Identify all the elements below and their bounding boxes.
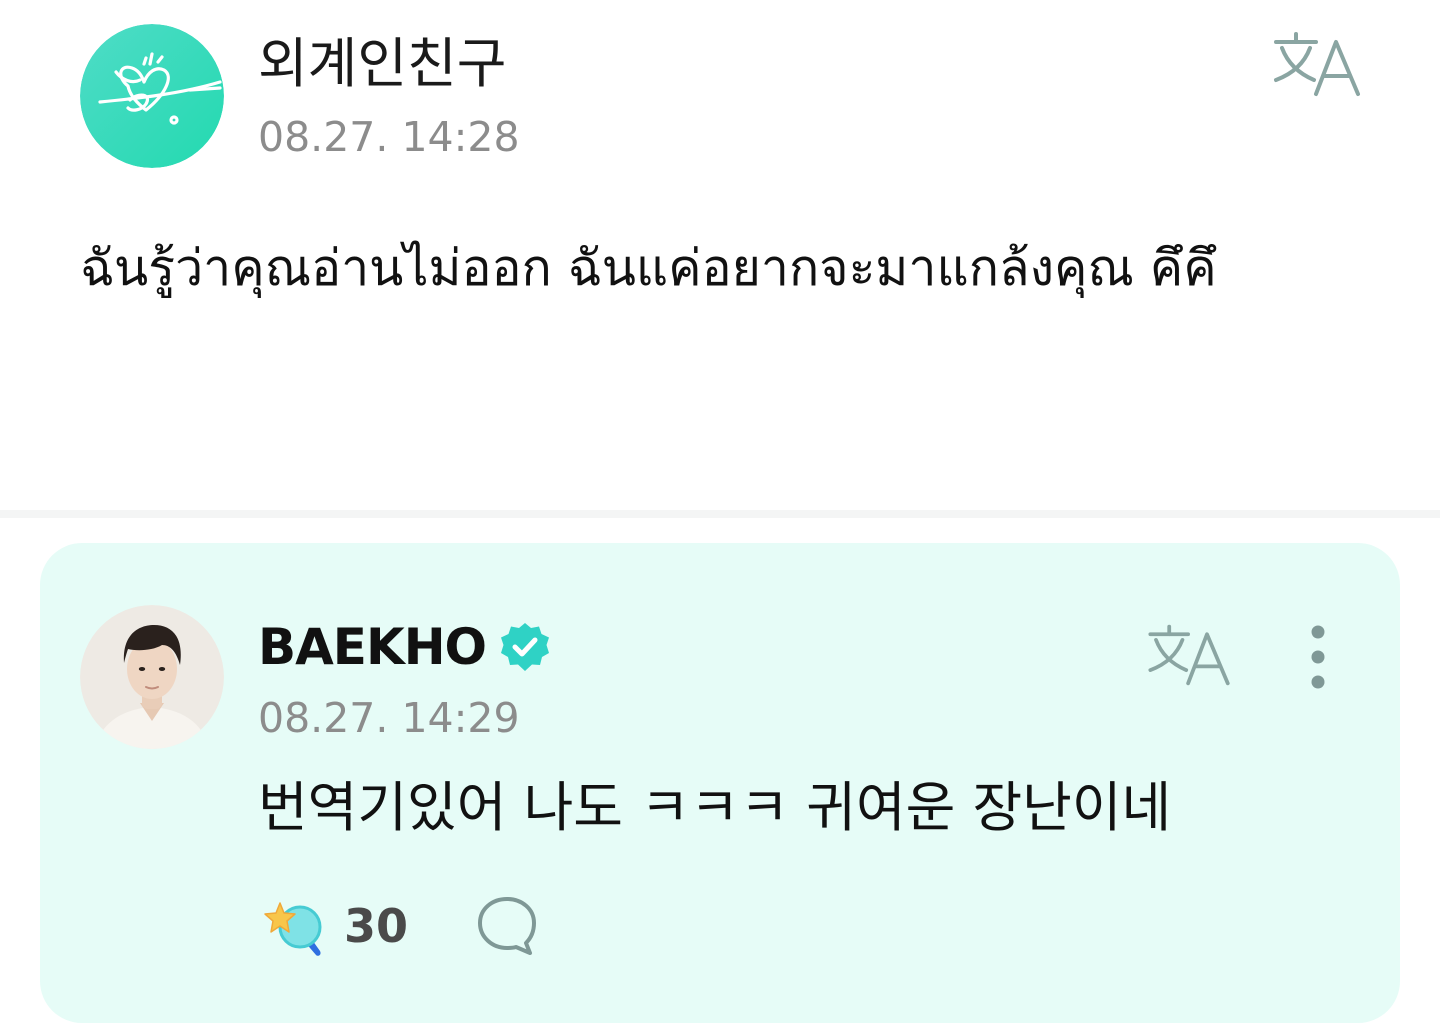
comment-timestamp: 08.27. 14:29 (258, 694, 520, 742)
translate-icon (1274, 32, 1360, 96)
star-light-stick-icon (264, 902, 322, 956)
post-timestamp: 08.27. 14:28 (258, 113, 520, 161)
comment-translate-button[interactable] (1144, 621, 1236, 689)
speech-bubble-icon (478, 897, 537, 955)
verified-badge-icon (501, 623, 550, 671)
heart-sketch-logo-icon (80, 24, 224, 168)
post-detail-screen: 외계인친구 08.27. 14:28 ฉันรู้ว่าคุณอ่านไม่ออ… (0, 0, 1440, 1035)
comment-author-row: BAEKHO (258, 615, 552, 679)
post-body-text: ฉันรู้ว่าคุณอ่านไม่ออก ฉันแค่อยากจะมาแกล… (80, 239, 1217, 297)
more-vertical-icon (1311, 625, 1325, 689)
comment-actions: 30 (258, 889, 540, 963)
comment-card: BAEKHO 08.27. 14:29 번역기있어 나도 ㅋㅋㅋ 귀여운 장난이… (40, 543, 1400, 1023)
section-divider (0, 510, 1440, 518)
comment-author-name[interactable]: BAEKHO (258, 618, 487, 676)
more-options-button[interactable] (1302, 623, 1334, 691)
translate-icon (1148, 624, 1230, 686)
translate-button[interactable] (1270, 28, 1366, 100)
author-name[interactable]: 외계인친구 (258, 32, 506, 96)
like-button[interactable]: 30 (258, 891, 408, 961)
author-avatar[interactable] (80, 24, 224, 168)
post: 외계인친구 08.27. 14:28 ฉันรู้ว่าคุณอ่านไม่ออ… (0, 0, 1440, 510)
comment-author-avatar[interactable] (80, 605, 224, 749)
like-count: 30 (344, 899, 409, 953)
profile-photo (80, 605, 224, 749)
reply-button[interactable] (474, 893, 540, 959)
comment-body-text: 번역기있어 나도 ㅋㅋㅋ 귀여운 장난이네 (258, 776, 1172, 839)
